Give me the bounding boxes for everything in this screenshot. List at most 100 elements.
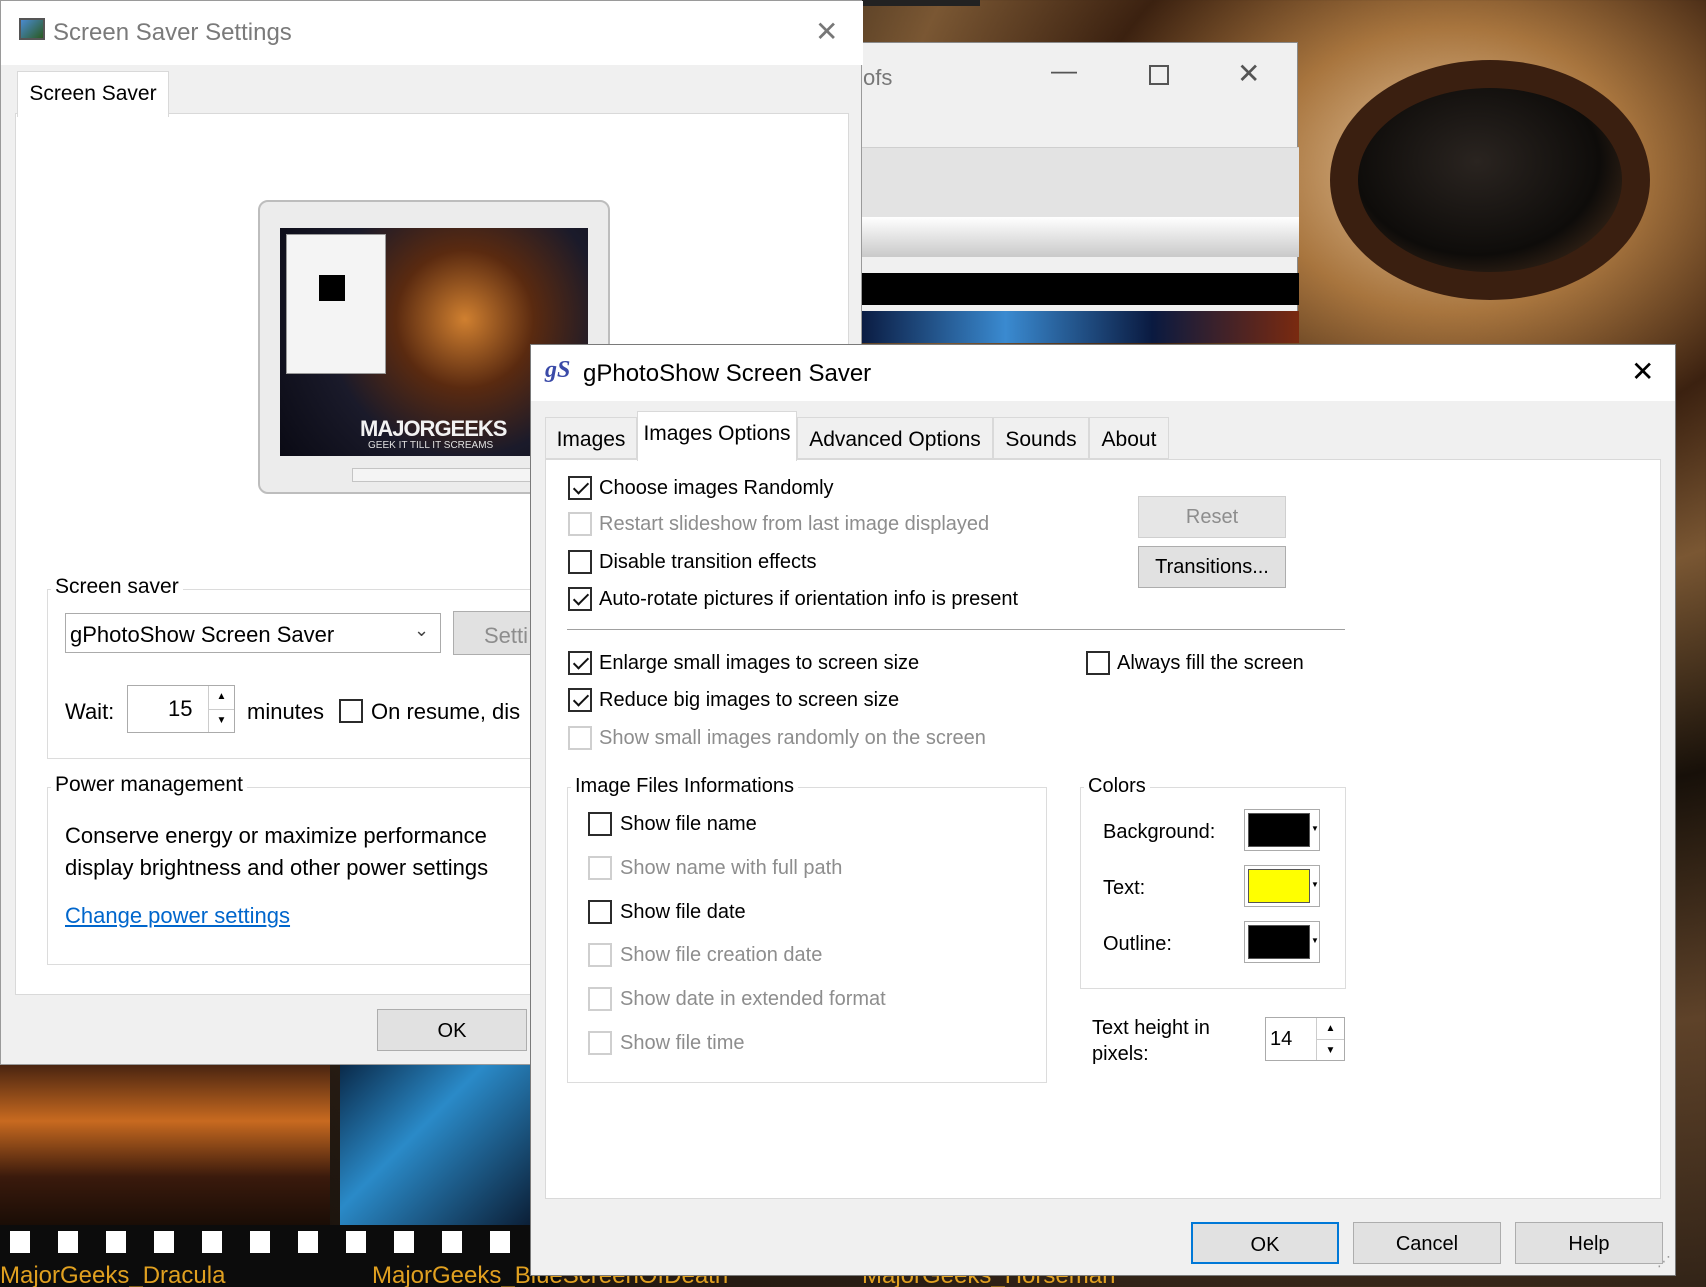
gps-ok-label: OK (1250, 1234, 1280, 1256)
show-full-path-checkbox (588, 856, 612, 880)
wait-stepper[interactable]: 15 ▲ ▼ (127, 685, 235, 733)
separator (567, 629, 1345, 630)
show-small-random-checkbox (568, 726, 592, 750)
show-file-date-checkbox[interactable] (588, 900, 612, 924)
dialog-title: Screen Saver Settings (53, 19, 292, 46)
show-full-path-label: Show name with full path (620, 857, 843, 879)
background-window-toolbar (859, 147, 1299, 217)
dropdown-arrow-icon: ▼ (1311, 824, 1319, 833)
tab-advanced-options[interactable]: Advanced Options (797, 417, 993, 459)
outline-color-picker[interactable]: ▼ (1244, 921, 1320, 963)
tab-images-label: Images (556, 428, 626, 451)
gps-cancel-button[interactable]: Cancel (1353, 1222, 1501, 1264)
power-text-line-1: Conserve energy or maximize performance (65, 823, 487, 848)
tab-about[interactable]: About (1089, 417, 1169, 459)
settings-button-label: Setti (484, 623, 529, 648)
show-file-date-label: Show file date (620, 901, 746, 923)
wait-value[interactable]: 15 (168, 696, 192, 722)
ss-ok-button[interactable]: OK (377, 1009, 527, 1051)
change-power-settings-link[interactable]: Change power settings (65, 903, 290, 929)
reset-label: Reset (1185, 506, 1239, 528)
choose-random-label: Choose images Randomly (599, 477, 834, 499)
background-window-bar (859, 217, 1299, 257)
background-window-image (859, 311, 1299, 343)
wallpaper-goggle (1330, 60, 1650, 300)
on-resume-label: On resume, dis (371, 699, 521, 724)
enlarge-small-checkbox[interactable] (568, 651, 592, 675)
disable-transition-checkbox[interactable] (568, 550, 592, 574)
background-color-label: Background: (1103, 821, 1216, 843)
wait-label: Wait: (65, 699, 115, 724)
on-resume-checkbox[interactable] (339, 699, 363, 723)
tab-sounds[interactable]: Sounds (993, 417, 1089, 459)
title-bar: Screen Saver Settings ✕ (1, 1, 863, 65)
close-icon[interactable]: ✕ (1631, 355, 1654, 388)
transitions-button[interactable]: Transitions... (1138, 546, 1286, 588)
stepper-up-icon[interactable]: ▲ (208, 686, 234, 709)
colors-label: Colors (1084, 775, 1150, 798)
text-height-label-2: pixels: (1092, 1043, 1149, 1065)
text-height-stepper[interactable]: 14 ▲ ▼ (1265, 1017, 1345, 1061)
stepper-down-icon[interactable]: ▼ (1316, 1039, 1344, 1060)
close-icon[interactable]: ✕ (815, 15, 838, 48)
monitor-stand (352, 468, 532, 482)
choose-random-checkbox[interactable] (568, 476, 592, 500)
maximize-icon[interactable] (1149, 65, 1169, 85)
restart-last-label: Restart slideshow from last image displa… (599, 513, 990, 535)
tab-sounds-label: Sounds (1005, 428, 1077, 451)
text-color-picker[interactable]: ▼ (1244, 865, 1320, 907)
screen-saver-select-value: gPhotoShow Screen Saver (70, 622, 335, 647)
outline-color-swatch (1248, 925, 1310, 959)
transitions-label: Transitions... (1155, 556, 1269, 578)
background-color-picker[interactable]: ▼ (1244, 809, 1320, 851)
show-extended-date-label: Show date in extended format (620, 988, 886, 1010)
disable-transition-label: Disable transition effects (599, 551, 817, 573)
power-text-line-2: display brightness and other power setti… (65, 855, 489, 880)
show-file-time-label: Show file time (620, 1032, 745, 1054)
background-window: ofs — ✕ (858, 42, 1299, 343)
gphotoshow-dialog: gS gPhotoShow Screen Saver ✕ Images Imag… (530, 344, 1676, 1276)
show-file-name-label: Show file name (620, 813, 757, 835)
restart-last-checkbox (568, 512, 592, 536)
image-info-group-label: Image Files Informations (571, 775, 798, 798)
background-window-black (859, 273, 1299, 305)
gps-help-button[interactable]: Help (1515, 1222, 1663, 1264)
minimize-icon[interactable]: — (1051, 55, 1077, 86)
wallpaper-thumb-dracula (0, 1065, 330, 1225)
show-creation-date-label: Show file creation date (620, 944, 823, 966)
chevron-down-icon: ⌄ (414, 620, 430, 640)
dropdown-arrow-icon: ▼ (1311, 936, 1319, 945)
tab-images[interactable]: Images (545, 417, 637, 459)
gps-title-bar: gS gPhotoShow Screen Saver ✕ (531, 345, 1675, 401)
minutes-label: minutes (247, 699, 325, 724)
tab-advanced-options-label: Advanced Options (809, 428, 981, 451)
gps-cancel-label: Cancel (1395, 1233, 1459, 1255)
gphotoshow-app-icon: gS (545, 357, 571, 383)
gps-title: gPhotoShow Screen Saver (583, 360, 872, 387)
background-window-title: ofs (863, 65, 893, 90)
tab-label: Screen Saver (29, 82, 157, 105)
close-icon[interactable]: ✕ (1237, 57, 1260, 90)
show-extended-date-checkbox (588, 987, 612, 1011)
tab-about-label: About (1101, 428, 1157, 451)
reduce-big-label: Reduce big images to screen size (599, 689, 900, 711)
wallpaper-thumb-bsod (340, 1065, 540, 1225)
tab-images-options-label: Images Options (643, 422, 791, 445)
tab-images-options[interactable]: Images Options (637, 411, 797, 461)
text-color-swatch (1248, 869, 1310, 903)
preview-window (286, 234, 386, 374)
reduce-big-checkbox[interactable] (568, 688, 592, 712)
gps-ok-button[interactable]: OK (1191, 1222, 1339, 1264)
preview-logo: MAJORGEEKS (360, 416, 507, 441)
screen-saver-select[interactable]: gPhotoShow Screen Saver ⌄ (65, 613, 441, 653)
tab-screen-saver[interactable]: Screen Saver (17, 71, 169, 117)
dropdown-arrow-icon: ▼ (1311, 880, 1319, 889)
show-file-name-checkbox[interactable] (588, 812, 612, 836)
reset-button: Reset (1138, 496, 1286, 538)
resize-grip-icon[interactable]: ⋰ (1657, 1253, 1671, 1270)
stepper-up-icon[interactable]: ▲ (1316, 1018, 1344, 1039)
stepper-down-icon[interactable]: ▼ (208, 709, 234, 732)
always-fill-checkbox[interactable] (1086, 651, 1110, 675)
auto-rotate-checkbox[interactable] (568, 587, 592, 611)
text-height-value[interactable]: 14 (1270, 1028, 1292, 1051)
